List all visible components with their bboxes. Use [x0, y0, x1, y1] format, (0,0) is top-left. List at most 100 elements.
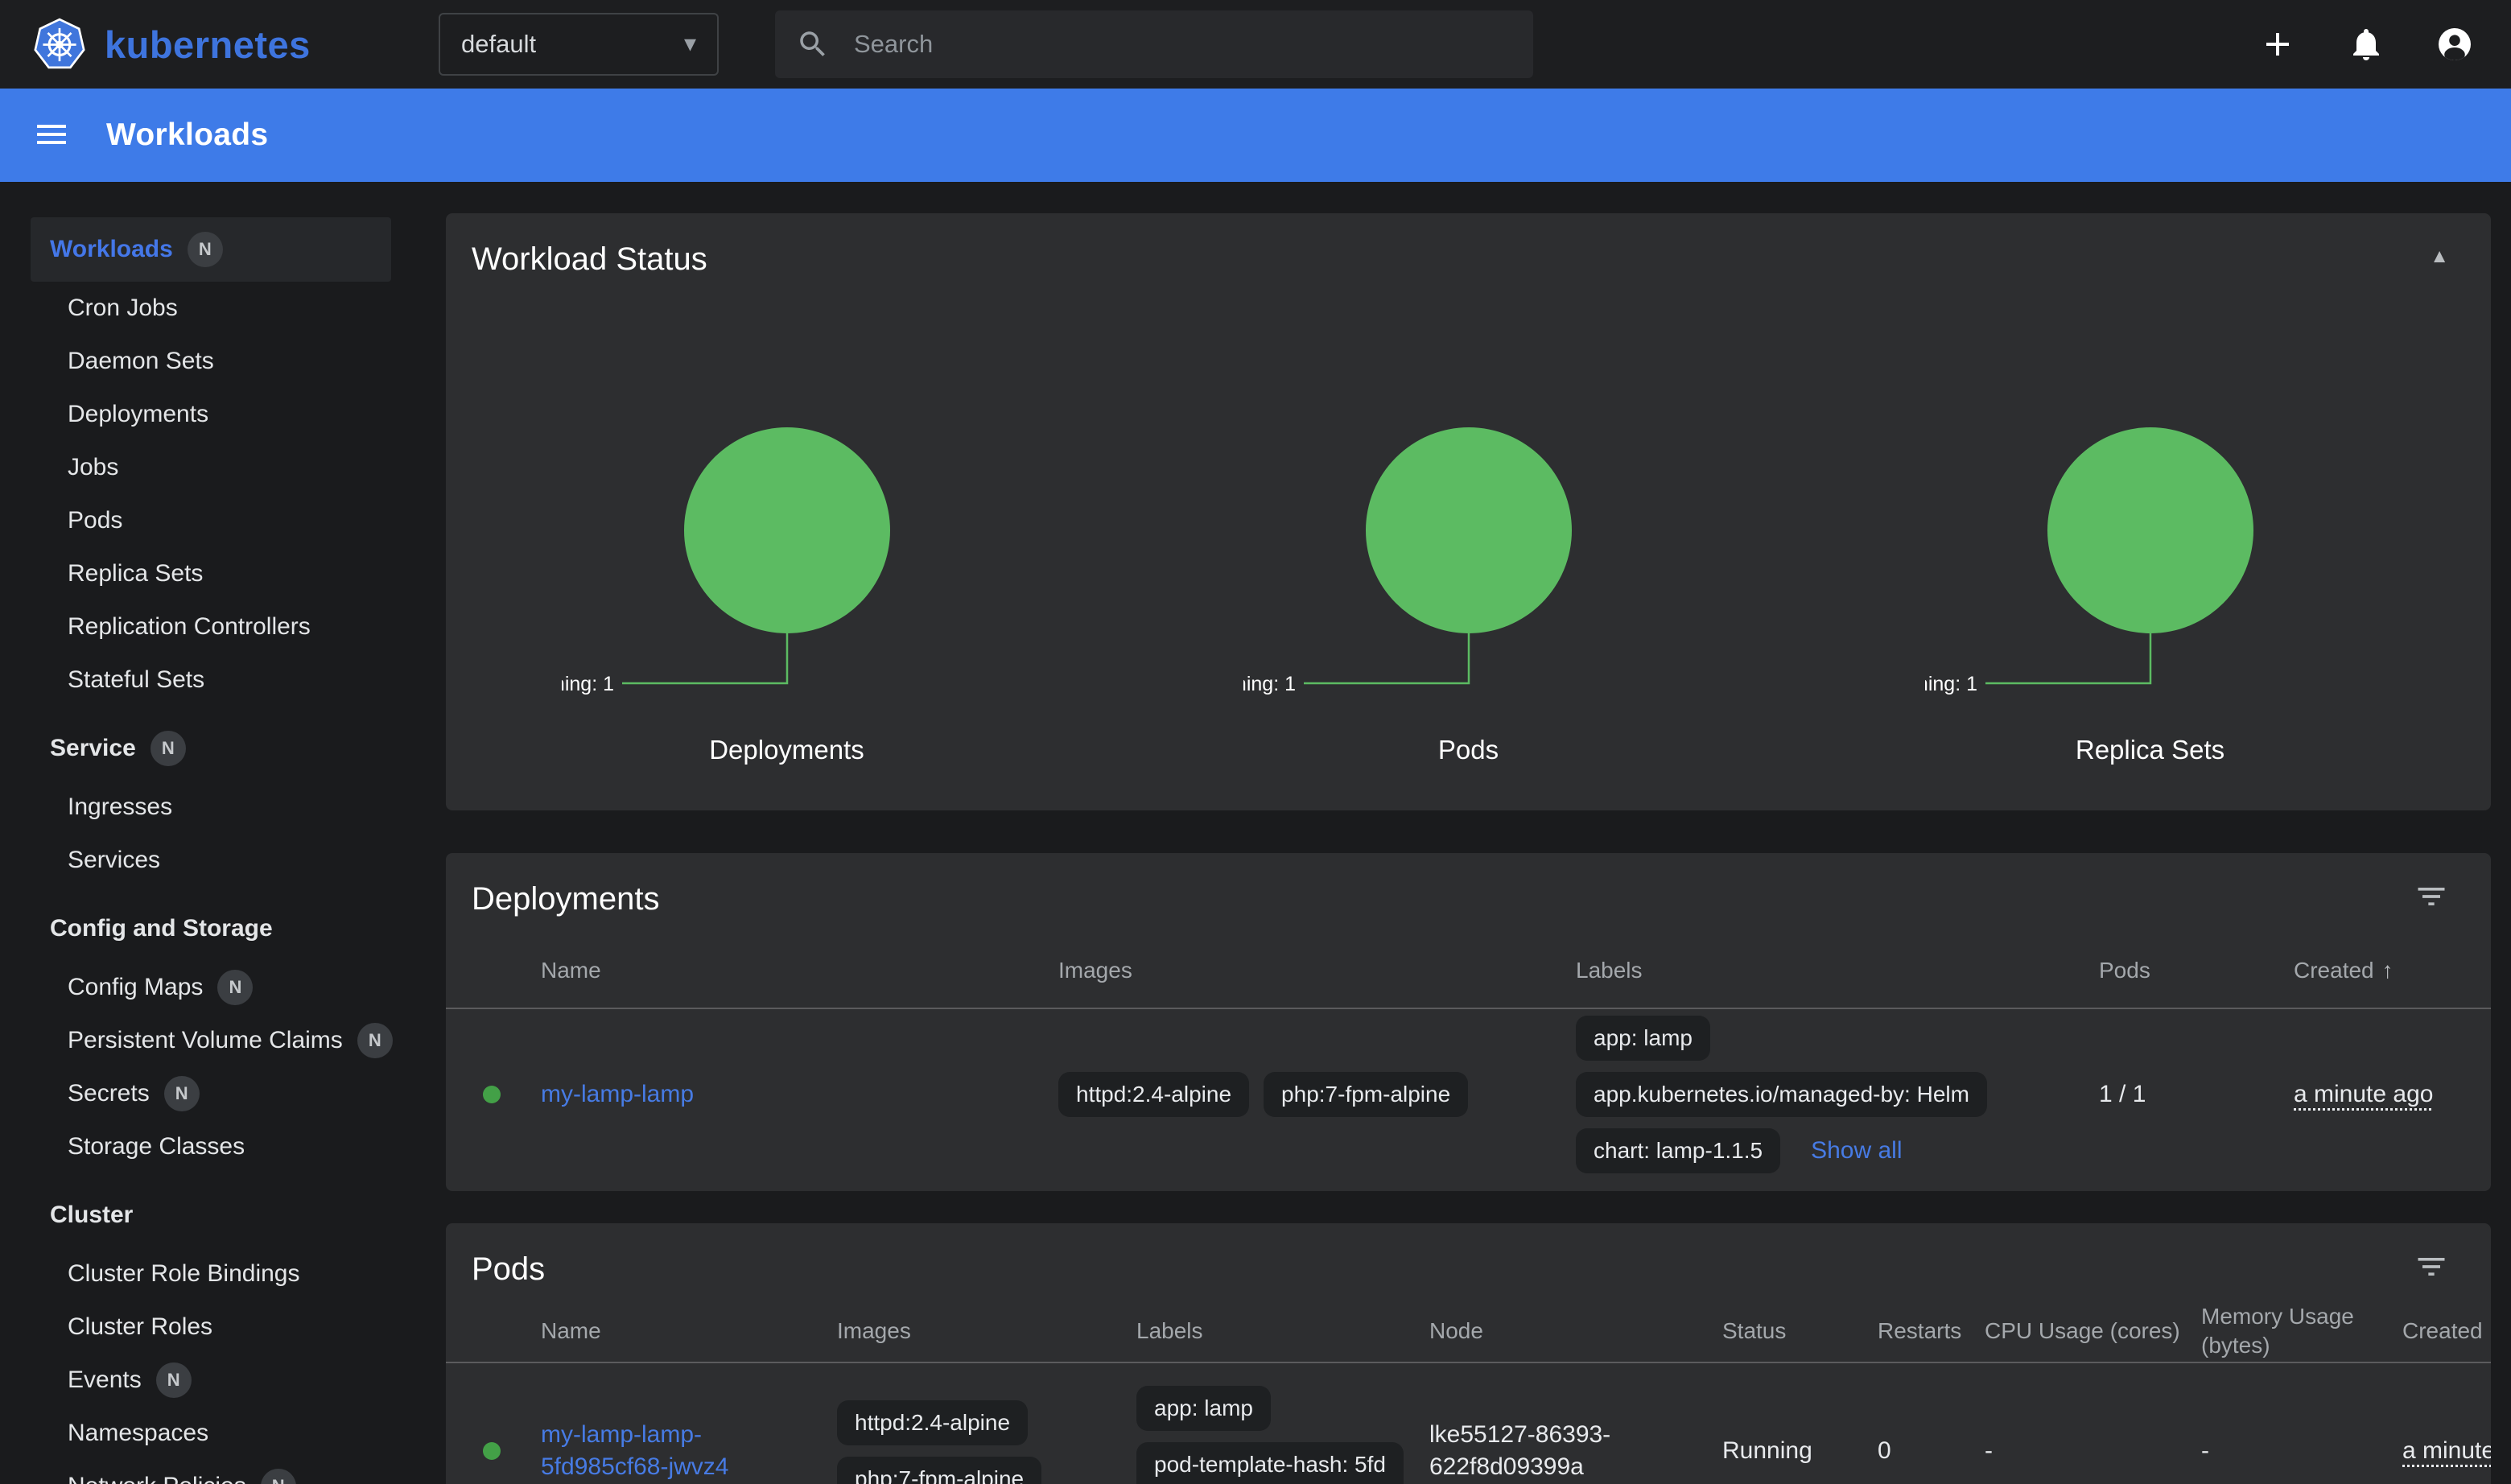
- sidebar-item-events[interactable]: EventsN: [0, 1354, 418, 1407]
- sidebar-item-cluster[interactable]: Cluster: [0, 1183, 418, 1247]
- collapse-button[interactable]: ▲: [2430, 245, 2449, 268]
- sidebar-item-config-maps[interactable]: Config MapsN: [0, 961, 418, 1014]
- sidebar-item-storage-classes[interactable]: Storage Classes: [0, 1120, 418, 1173]
- sidebar-item-daemon-sets[interactable]: Daemon Sets: [0, 335, 418, 388]
- notifications-button[interactable]: [2345, 23, 2387, 65]
- th-labels[interactable]: Labels: [1576, 958, 2099, 983]
- th-cpu-usage-cores[interactable]: CPU Usage (cores): [1985, 1318, 2201, 1344]
- th-images[interactable]: Images: [837, 1318, 1136, 1344]
- sidebar-item-label: Cluster Role Bindings: [68, 1260, 299, 1288]
- th-created[interactable]: Created↑: [2402, 1318, 2491, 1344]
- th-restarts[interactable]: Restarts: [1878, 1318, 1985, 1344]
- th-name[interactable]: Name: [541, 1318, 837, 1344]
- workload-status-card-header: Workload Status ▲: [446, 213, 2491, 279]
- th-images[interactable]: Images: [1058, 958, 1576, 983]
- sidebar-item-label: Config and Storage: [50, 915, 273, 942]
- restarts-cell: 0: [1878, 1437, 1985, 1465]
- sidebar-item-deployments[interactable]: Deployments: [0, 388, 418, 441]
- status-ok-icon: [483, 1442, 501, 1460]
- name-cell: my-lamp-lamp: [541, 1078, 1058, 1111]
- table-row: my-lamp-lamp httpd:2.4-alpine php:7-fpm-al…: [446, 1008, 2491, 1179]
- sidebar-item-cron-jobs[interactable]: Cron Jobs: [0, 282, 418, 335]
- table-row: my-lamp-lamp-5fd985cf68-jwvz4httpd:2.4-a…: [446, 1362, 2491, 1484]
- sidebar-item-label: Namespaces: [68, 1420, 208, 1447]
- sidebar-item-persistent-volume-claims[interactable]: Persistent Volume ClaimsN: [0, 1014, 418, 1067]
- sidebar-item-pods[interactable]: Pods: [0, 494, 418, 547]
- labels-cell: app: lampapp.kubernetes.io/managed-by: H…: [1576, 1016, 2099, 1173]
- sidebar-item-label: Cron Jobs: [68, 295, 178, 322]
- created-cell: a minute ago: [2294, 1081, 2491, 1108]
- sidebar-item-stateful-sets[interactable]: Stateful Sets: [0, 653, 418, 707]
- created-cell: a minute ago: [2402, 1437, 2491, 1465]
- th-label: Labels: [1576, 958, 1643, 983]
- sidebar-item-namespaces[interactable]: Namespaces: [0, 1407, 418, 1460]
- sidebar-item-network-policies[interactable]: Network Policies N: [0, 1460, 418, 1484]
- sidebar-item-cluster-roles[interactable]: Cluster Roles: [0, 1301, 418, 1354]
- sidebar-item-replication-controllers[interactable]: Replication Controllers: [0, 600, 418, 653]
- sort-asc-icon: ↑: [2382, 958, 2393, 983]
- new-badge: N: [357, 1023, 393, 1058]
- sidebar-item-label: Service: [50, 735, 136, 762]
- workload-charts: Running: 1DeploymentsRunning: 1PodsRunni…: [446, 418, 2491, 765]
- pods-card-header: Pods: [446, 1223, 2491, 1289]
- image-chip: php:7-fpm-alpine: [1264, 1072, 1468, 1117]
- sidebar-item-services[interactable]: Services: [0, 834, 418, 887]
- sidebar-item-ingresses[interactable]: Ingresses: [0, 781, 418, 834]
- memory-usage-cell: -: [2201, 1437, 2402, 1465]
- th-labels[interactable]: Labels: [1136, 1318, 1429, 1344]
- th-label: CPU Usage (cores): [1985, 1318, 2180, 1343]
- chart-title: Replica Sets: [2076, 735, 2224, 765]
- filter-icon: [2414, 879, 2449, 914]
- th-name[interactable]: Name: [541, 958, 1058, 983]
- sidebar-item-config-and-storage[interactable]: Config and Storage: [0, 897, 418, 961]
- chart-replica-sets: Running: 1Replica Sets: [1809, 418, 2491, 765]
- sidebar-item-cluster-role-bindings[interactable]: Cluster Role Bindings: [0, 1247, 418, 1301]
- sidebar-item-secrets[interactable]: SecretsN: [0, 1067, 418, 1120]
- label-chip: app.kubernetes.io/managed-by: Helm: [1576, 1072, 1987, 1117]
- th-label: Node: [1429, 1318, 1483, 1343]
- filter-button[interactable]: [2414, 1249, 2449, 1284]
- sidebar-item-label: Replica Sets: [68, 560, 203, 587]
- th-memory-usage-bytes[interactable]: Memory Usage (bytes): [2201, 1302, 2402, 1360]
- new-badge: N: [164, 1076, 200, 1111]
- namespace-value: default: [461, 30, 536, 59]
- th-pods[interactable]: Pods: [2099, 958, 2294, 983]
- new-badge: N: [261, 1469, 296, 1484]
- th-label: Images: [1058, 958, 1132, 983]
- sidebar-item-label: Network Policies: [68, 1473, 246, 1484]
- sidebar-item-jobs[interactable]: Jobs: [0, 441, 418, 494]
- search-bar[interactable]: [775, 10, 1533, 78]
- th-label: Created: [2294, 958, 2374, 983]
- image-chip: php:7-fpm-alpine: [837, 1457, 1041, 1484]
- filter-button[interactable]: [2414, 879, 2449, 914]
- pie-slice-running: [684, 427, 890, 633]
- th-label: Restarts: [1878, 1318, 1961, 1343]
- deployment-name-link[interactable]: my-lamp-lamp: [541, 1081, 694, 1107]
- card-title: Pods: [472, 1249, 545, 1289]
- th-label: Images: [837, 1318, 911, 1343]
- workload-status-card: Workload Status ▲ Running: 1DeploymentsR…: [446, 213, 2491, 810]
- sidebar-item-replica-sets[interactable]: Replica Sets: [0, 547, 418, 600]
- menu-button[interactable]: [31, 114, 72, 156]
- sidebar-item-service[interactable]: Service N: [0, 716, 418, 781]
- sidebar-item-label: Pods: [68, 507, 122, 534]
- pie-chart: Running: 1: [1243, 418, 1694, 701]
- pod-name-link[interactable]: my-lamp-lamp-5fd985cf68-jwvz4: [541, 1421, 728, 1480]
- th-node[interactable]: Node: [1429, 1318, 1722, 1344]
- create-button[interactable]: [2257, 23, 2299, 65]
- sidebar-item-label: Stateful Sets: [68, 666, 204, 694]
- account-button[interactable]: [2434, 23, 2476, 65]
- image-chip: httpd:2.4-alpine: [1058, 1072, 1249, 1117]
- search-input[interactable]: [854, 30, 1512, 59]
- th-status[interactable]: Status: [1722, 1318, 1878, 1344]
- sidebar-item-label: Ingresses: [68, 794, 172, 821]
- pie-slice-running: [1366, 427, 1572, 633]
- sidebar-item-workloads[interactable]: WorkloadsN: [31, 217, 391, 282]
- pods-count-cell: 1 / 1: [2099, 1081, 2294, 1108]
- hamburger-icon: [32, 115, 71, 154]
- namespace-selector[interactable]: default ▾: [439, 13, 719, 76]
- new-badge: N: [150, 731, 186, 766]
- pods-tbody: my-lamp-lamp-5fd985cf68-jwvz4httpd:2.4-a…: [446, 1362, 2491, 1484]
- show-all-link[interactable]: Show all: [1811, 1135, 1902, 1167]
- th-created[interactable]: Created ↑: [2294, 958, 2491, 983]
